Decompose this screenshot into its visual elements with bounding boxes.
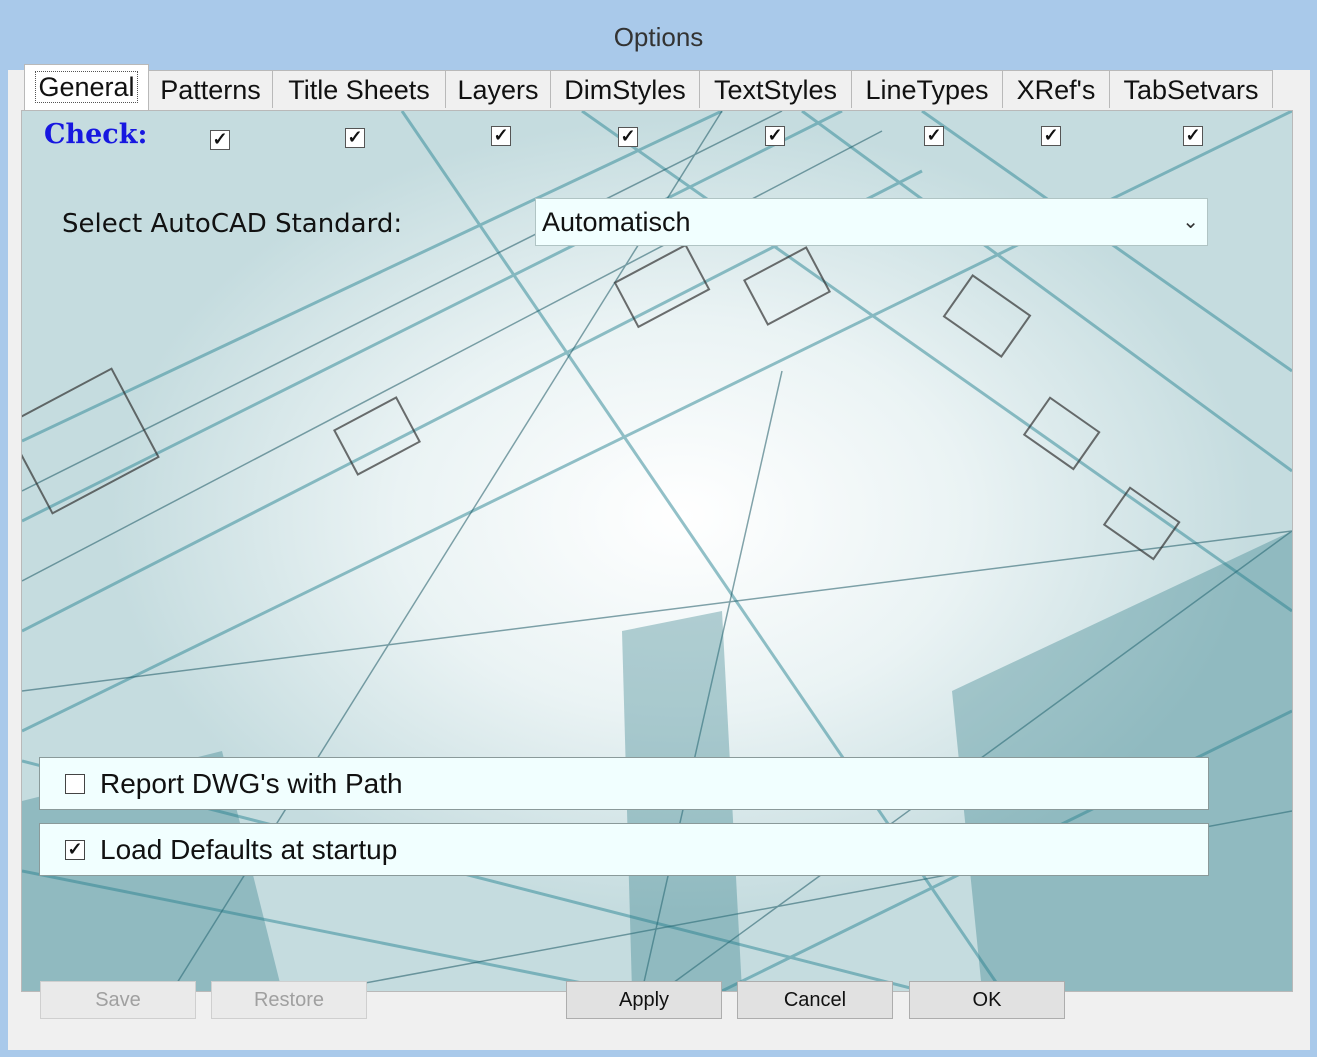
apply-button[interactable]: Apply xyxy=(566,981,722,1019)
check-label: Check: xyxy=(44,119,148,150)
dropdown-selected-value: Automatisch xyxy=(542,207,691,237)
load-defaults-option[interactable]: ✓ Load Defaults at startup xyxy=(39,823,1209,876)
tab-dimstyles[interactable]: DimStyles xyxy=(550,70,700,108)
cancel-button[interactable]: Cancel xyxy=(737,981,893,1019)
window-title: Options xyxy=(613,22,704,52)
check-layers-checkbox[interactable]: ✓ xyxy=(618,127,638,147)
tab-linetypes[interactable]: LineTypes xyxy=(851,70,1003,108)
dialog-body: General Patterns Title Sheets Layers Dim… xyxy=(8,64,1310,1050)
check-general-checkbox[interactable]: ✓ xyxy=(210,130,230,150)
check-dimstyles-checkbox[interactable]: ✓ xyxy=(765,126,785,146)
tab-patterns[interactable]: Patterns xyxy=(148,70,273,108)
tab-tabsetvars[interactable]: TabSetvars xyxy=(1109,70,1273,108)
report-dwg-checkbox[interactable] xyxy=(65,774,85,794)
check-xrefs-checkbox[interactable]: ✓ xyxy=(1183,126,1203,146)
restore-button[interactable]: Restore xyxy=(211,981,367,1019)
check-textstyles-checkbox[interactable]: ✓ xyxy=(924,126,944,146)
check-title-sheets-checkbox[interactable]: ✓ xyxy=(491,126,511,146)
general-tab-panel: Check: ✓ ✓ ✓ ✓ ✓ ✓ ✓ ✓ Select AutoCAD St… xyxy=(21,110,1293,992)
save-button[interactable]: Save xyxy=(40,981,196,1019)
tab-textstyles[interactable]: TextStyles xyxy=(699,70,852,108)
title-bar[interactable]: Options xyxy=(0,0,1317,70)
load-defaults-checkbox[interactable]: ✓ xyxy=(65,840,85,860)
tab-title-sheets[interactable]: Title Sheets xyxy=(272,70,446,108)
chevron-down-icon[interactable]: ⌄ xyxy=(1182,209,1199,234)
check-patterns-checkbox[interactable]: ✓ xyxy=(345,128,365,148)
tab-layers[interactable]: Layers xyxy=(445,70,551,108)
autocad-standard-label: Select AutoCAD Standard: xyxy=(62,209,403,239)
tab-general[interactable]: General xyxy=(24,64,149,110)
report-dwg-label: Report DWG's with Path xyxy=(100,768,403,799)
check-linetypes-checkbox[interactable]: ✓ xyxy=(1041,126,1061,146)
ok-button[interactable]: OK xyxy=(909,981,1065,1019)
report-dwg-option[interactable]: Report DWG's with Path xyxy=(39,757,1209,810)
load-defaults-label: Load Defaults at startup xyxy=(100,834,398,865)
autocad-standard-dropdown[interactable]: Automatisch ⌄ xyxy=(535,198,1208,246)
options-dialog: Options General Patterns Title Sheets La… xyxy=(0,0,1317,1057)
tab-xrefs[interactable]: XRef's xyxy=(1002,70,1110,108)
